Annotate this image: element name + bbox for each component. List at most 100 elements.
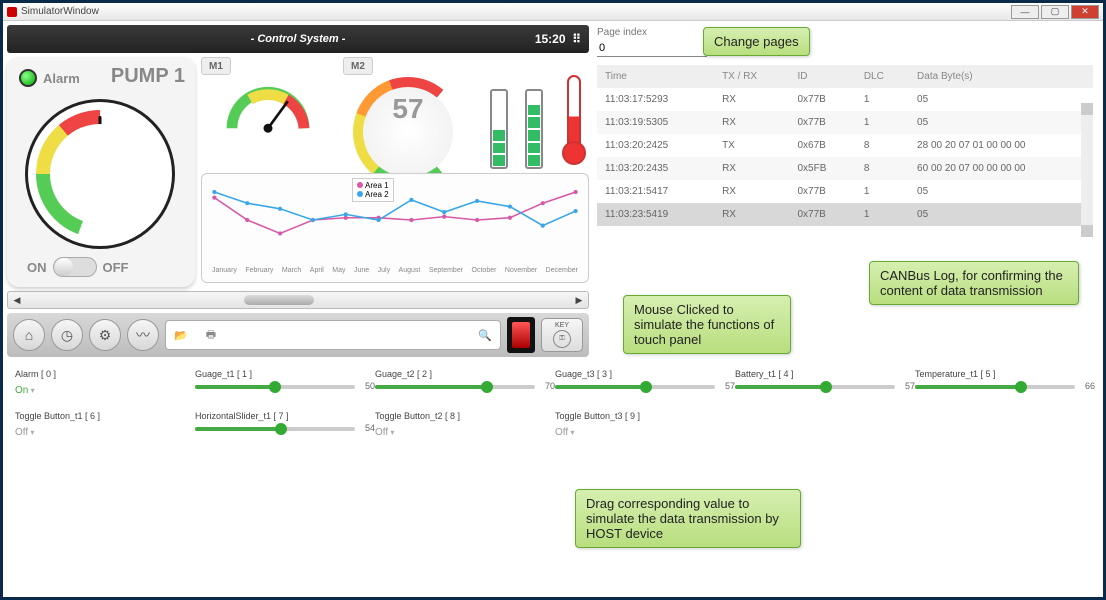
dashboard-title: - Control System - <box>251 33 346 45</box>
chart-canvas <box>206 176 584 264</box>
toolbar: ⌂ ◷ ⚙ 〰 📂 🖶 🔍 KEY ⚿ <box>7 313 589 357</box>
dashboard-header: - Control System - 15:20 ⠿ <box>7 25 589 53</box>
scroll-left-icon[interactable]: ◀ <box>8 292 26 308</box>
sim-control: Battery_t1 [ 4 ]57 <box>735 369 895 397</box>
maximize-button[interactable]: ▢ <box>1041 5 1069 19</box>
toolbar-field: 📂 🖶 🔍 <box>165 320 501 350</box>
chart-tick: February <box>245 267 273 274</box>
trend-chart: Area 1 Area 2 January February March April M… <box>201 173 589 283</box>
simulation-controls: Alarm [ 0 ]OnGuage_t1 [ 1 ]50Guage_t2 [ … <box>3 361 1103 461</box>
value-select[interactable]: Off <box>15 427 34 439</box>
table-row[interactable]: 11:03:23:5419RX0x77B105 <box>597 203 1093 226</box>
table-row[interactable]: 11:03:19:5305RX0x77B105 <box>597 111 1093 134</box>
open-icon[interactable]: 📂 <box>174 329 188 342</box>
value-slider[interactable]: 54 <box>195 427 355 431</box>
table-row[interactable]: 11:03:20:2425TX0x67B828 00 20 07 01 00 0… <box>597 134 1093 157</box>
chart-tick: October <box>472 267 497 274</box>
chart-tick: January <box>212 267 237 274</box>
thermometer <box>559 57 589 169</box>
on-label: ON <box>27 260 47 275</box>
slider-value: 57 <box>725 381 735 391</box>
thermometer-bulb-icon <box>562 141 586 165</box>
settings-button[interactable]: ⚙ <box>89 319 121 351</box>
gauge-hub-icon <box>92 166 108 182</box>
control-label: Toggle Button_t2 [ 8 ] <box>375 411 535 421</box>
value-select[interactable]: Off <box>555 427 574 439</box>
pump-toggle[interactable] <box>53 257 97 277</box>
slider-value: 66 <box>1085 381 1095 391</box>
alarm-label: Alarm <box>43 71 80 86</box>
dashboard-button[interactable]: ◷ <box>51 319 83 351</box>
chart-button[interactable]: 〰 <box>127 319 159 351</box>
sim-control: Alarm [ 0 ] On <box>15 369 175 397</box>
callout-mouse-click: Mouse Clicked to simulate the functions … <box>623 295 791 354</box>
chart-legend: Area 1 Area 2 <box>352 178 394 202</box>
print-icon[interactable]: 🖶 <box>206 326 216 345</box>
callout-change-pages: Change pages <box>703 27 810 56</box>
canbus-log-table: TimeTX / RXIDDLCData Byte(s) 11:03:17:52… <box>597 65 1093 226</box>
sim-control: HorizontalSlider_t1 [ 7 ] 54 <box>195 411 355 439</box>
power-switch[interactable] <box>507 317 535 353</box>
horizontal-scrollbar[interactable]: ◀ ▶ <box>7 291 589 309</box>
callout-drag: Drag corresponding value to simulate the… <box>575 489 801 548</box>
value-slider[interactable]: 66 <box>915 385 1075 389</box>
log-col-header: DLC <box>856 65 909 88</box>
page-index-input[interactable]: 0 <box>597 40 707 57</box>
value-slider[interactable]: 50 <box>195 385 355 389</box>
dashboard-panel: - Control System - 15:20 ⠿ Alarm PUMP 1 … <box>7 25 589 357</box>
callout-canbus: CANBus Log, for confirming the content o… <box>869 261 1079 305</box>
alarm-lamp-icon <box>19 69 37 87</box>
log-col-header: ID <box>789 65 855 88</box>
control-label: Alarm [ 0 ] <box>15 369 175 379</box>
table-row[interactable]: 11:03:21:5417RX0x77B105 <box>597 180 1093 203</box>
app-icon <box>7 7 17 17</box>
chart-tick: June <box>354 267 369 274</box>
scroll-thumb[interactable] <box>244 295 314 305</box>
slider-value: 70 <box>545 381 555 391</box>
chart-tick: March <box>282 267 301 274</box>
minimize-button[interactable]: — <box>1011 5 1039 19</box>
pump-card: Alarm PUMP 1 ON OFF <box>7 57 195 287</box>
page-index-label: Page index <box>597 27 1093 38</box>
value-slider[interactable]: 57 <box>735 385 895 389</box>
chart-tick: December <box>546 267 578 274</box>
sim-control: Guage_t2 [ 2 ]70 <box>375 369 535 397</box>
m1-badge: M1 <box>201 57 231 75</box>
control-label: Guage_t1 [ 1 ] <box>195 369 355 379</box>
table-row[interactable]: 11:03:20:2435RX0x5FB860 00 20 07 00 00 0… <box>597 157 1093 180</box>
home-button[interactable]: ⌂ <box>13 319 45 351</box>
close-button[interactable]: ✕ <box>1071 5 1099 19</box>
m2-badge: M2 <box>343 57 373 75</box>
control-label: Toggle Button_t1 [ 6 ] <box>15 411 175 421</box>
log-col-header: Time <box>597 65 714 88</box>
search-icon[interactable]: 🔍 <box>478 329 492 342</box>
gauge-m2-value: 57 <box>343 93 473 125</box>
chart-tick: November <box>505 267 537 274</box>
window-titlebar: SimulatorWindow — ▢ ✕ <box>3 3 1103 21</box>
sim-control: Guage_t3 [ 3 ]57 <box>555 369 715 397</box>
control-label: Temperature_t1 [ 5 ] <box>915 369 1075 379</box>
table-row[interactable]: 11:03:17:5293RX0x77B105 <box>597 88 1093 111</box>
key-button[interactable]: KEY ⚿ <box>541 318 583 352</box>
chart-tick: April <box>310 267 324 274</box>
chart-tick: September <box>429 267 463 274</box>
slider-value: 57 <box>905 381 915 391</box>
value-slider[interactable]: 57 <box>555 385 715 389</box>
scroll-right-icon[interactable]: ▶ <box>570 292 588 308</box>
slider-value: 50 <box>365 381 375 391</box>
log-scrollbar[interactable] <box>1081 103 1093 237</box>
gauge-m2: M2 57 Low High <box>343 57 473 169</box>
value-select[interactable]: On <box>15 385 35 397</box>
log-col-header: Data Byte(s) <box>909 65 1093 88</box>
value-select[interactable]: Off <box>375 427 394 439</box>
sim-control: Temperature_t1 [ 5 ] 66 <box>915 369 1075 397</box>
value-slider[interactable]: 70 <box>375 385 535 389</box>
chart-tick: July <box>378 267 390 274</box>
gauge-m1: M1 <box>201 57 335 169</box>
control-label: HorizontalSlider_t1 [ 7 ] <box>195 411 355 421</box>
log-col-header: TX / RX <box>714 65 789 88</box>
control-label: Toggle Button_t3 [ 9 ] <box>555 411 715 421</box>
chart-tick: May <box>332 267 345 274</box>
clock: 15:20 ⠿ <box>535 32 581 46</box>
slider-value: 54 <box>365 423 375 433</box>
